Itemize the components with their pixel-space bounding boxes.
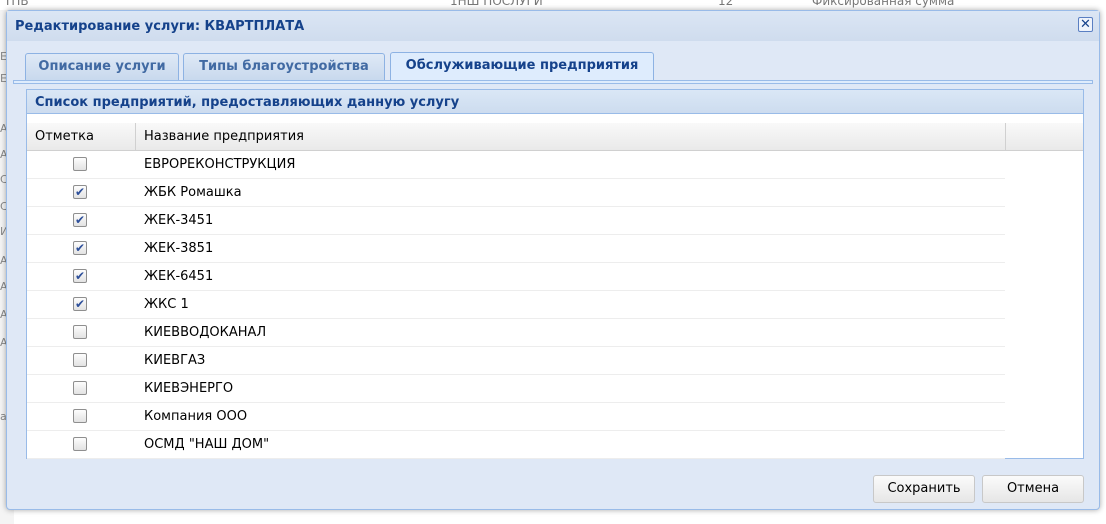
enterprise-name: КИЕВГАЗ xyxy=(144,353,206,368)
edit-service-window: Редактирование услуги: КВАРТПЛАТА ✕ Опис… xyxy=(6,10,1100,510)
checkbox-checked[interactable]: ✔ xyxy=(73,241,87,255)
enterprise-name: ЕВРОРЕКОНСТРУКЦИЯ xyxy=(144,157,296,172)
checkbox-checked[interactable]: ✔ xyxy=(73,269,87,283)
table-row[interactable]: КИЕВЭНЕРГО xyxy=(27,375,1005,403)
checkbox-unchecked[interactable] xyxy=(73,157,87,171)
tab-service-enterprises[interactable]: Обслуживающие предприятия xyxy=(390,52,654,82)
tab-improvement-types[interactable]: Типы благоустройства xyxy=(183,53,385,81)
save-button[interactable]: Сохранить xyxy=(873,475,975,503)
enterprise-name: ЖКС 1 xyxy=(144,297,189,312)
checkbox-unchecked[interactable] xyxy=(73,437,87,451)
enterprise-name: КИЕВВОДОКАНАЛ xyxy=(144,325,267,340)
panel-header: Список предприятий, предоставляющих данн… xyxy=(27,90,1083,114)
enterprise-name: КИЕВЭНЕРГО xyxy=(144,381,234,396)
table-row[interactable]: ОСМД "НАШ ДОМ" xyxy=(27,431,1005,459)
enterprise-name: ОСМД "НАШ ДОМ" xyxy=(144,437,270,452)
window-title: Редактирование услуги: КВАРТПЛАТА xyxy=(15,19,305,34)
tab-strip: Описание услуги Типы благоустройства Обс… xyxy=(13,41,1093,82)
checkbox-unchecked[interactable] xyxy=(73,325,87,339)
tab-description[interactable]: Описание услуги xyxy=(25,53,179,81)
panel-title: Список предприятий, предоставляющих данн… xyxy=(35,95,460,110)
grid-column-headers: Отметка Название предприятия xyxy=(27,123,1083,151)
cancel-button[interactable]: Отмена xyxy=(982,475,1084,503)
bg-cell: 12 xyxy=(718,0,734,8)
table-row[interactable]: КИЕВГАЗ xyxy=(27,347,1005,375)
bg-cell: ТПВ xyxy=(4,0,29,8)
window-header[interactable]: Редактирование услуги: КВАРТПЛАТА ✕ xyxy=(7,11,1099,41)
checkbox-unchecked[interactable] xyxy=(73,381,87,395)
checkbox-unchecked[interactable] xyxy=(73,353,87,367)
enterprise-name: Компания ООО xyxy=(144,409,248,424)
enterprise-name: ЖЕК-3851 xyxy=(144,241,214,256)
table-row[interactable]: ✔ ЖБК Ромашка xyxy=(27,179,1005,207)
background-table-row: ТПВ 1НШ ПОСЛУГИ 12 Фиксированная сумма xyxy=(0,0,1106,10)
enterprise-name: ЖБК Ромашка xyxy=(144,185,242,200)
bg-cell: 1НШ ПОСЛУГИ xyxy=(450,0,543,8)
table-row[interactable]: ✔ ЖЕК-3451 xyxy=(27,207,1005,235)
checkbox-unchecked[interactable] xyxy=(73,409,87,423)
grid-body: ЕВРОРЕКОНСТРУКЦИЯ ✔ ЖБК Ромашка ✔ ЖЕК-3451 ✔ Ж… xyxy=(27,151,1005,459)
enterprise-name: ЖЕК-3451 xyxy=(144,213,214,228)
column-header-mark[interactable]: Отметка xyxy=(27,123,136,151)
tab-bar-divider xyxy=(13,80,1093,84)
checkbox-checked[interactable]: ✔ xyxy=(73,185,87,199)
table-row[interactable]: КИЕВВОДОКАНАЛ xyxy=(27,319,1005,347)
enterprises-grid: Список предприятий, предоставляющих данн… xyxy=(26,89,1084,459)
enterprise-name: ЖЕК-6451 xyxy=(144,269,214,284)
table-row[interactable]: Компания ООО xyxy=(27,403,1005,431)
checkbox-checked[interactable]: ✔ xyxy=(73,213,87,227)
table-row[interactable]: ✔ ЖКС 1 xyxy=(27,291,1005,319)
close-icon[interactable]: ✕ xyxy=(1078,17,1093,32)
checkbox-checked[interactable]: ✔ xyxy=(73,297,87,311)
table-row[interactable]: ✔ ЖЕК-3851 xyxy=(27,235,1005,263)
bg-cell: Фиксированная сумма xyxy=(812,0,955,8)
table-row[interactable]: ✔ ЖЕК-6451 xyxy=(27,263,1005,291)
table-row[interactable]: ЕВРОРЕКОНСТРУКЦИЯ xyxy=(27,151,1005,179)
column-header-name[interactable]: Название предприятия xyxy=(136,123,1006,151)
